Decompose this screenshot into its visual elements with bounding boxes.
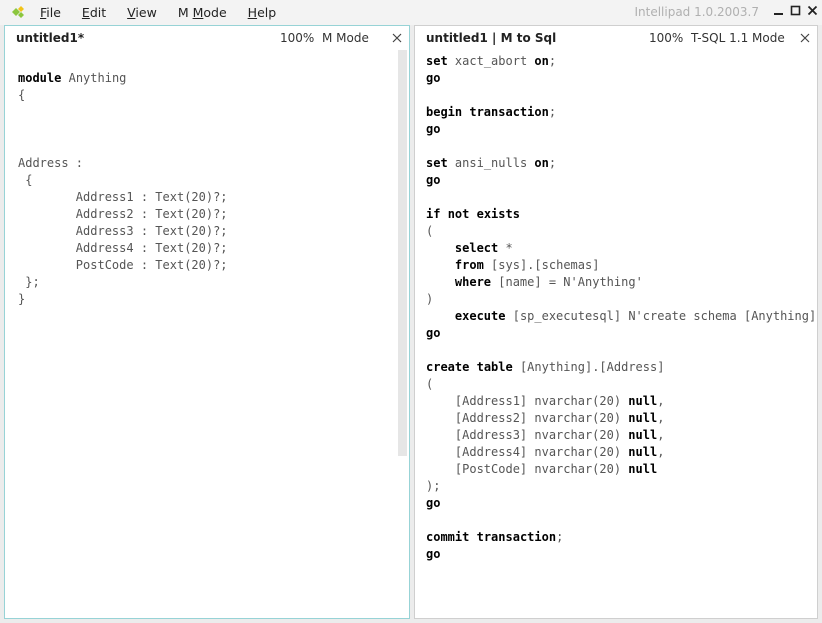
code-line: Address1 : Text(20)?; [18, 190, 228, 204]
code-line: ( [426, 224, 434, 238]
code-line: Address : [18, 156, 84, 170]
code-line: begin transaction; [426, 105, 557, 119]
code-line: ( [426, 377, 434, 391]
left-pane-zoom[interactable]: 100% [280, 26, 314, 50]
code-line: go [426, 122, 441, 136]
close-icon[interactable] [392, 33, 402, 43]
title-bar: File Edit View M Mode Help Intellipad 1.… [0, 0, 822, 25]
close-icon[interactable] [800, 33, 810, 43]
code-line: { [18, 88, 26, 102]
code-line: [Address2] nvarchar(20) null, [426, 411, 665, 425]
code-line: ); [426, 479, 441, 493]
code-line: create table [Anything].[Address] [426, 360, 665, 374]
menu-file[interactable]: File [40, 0, 61, 25]
code-line: [Address3] nvarchar(20) null, [426, 428, 665, 442]
right-pane-header: untitled1 | M to Sql 100% T-SQL 1.1 Mode [415, 26, 817, 50]
app-title: Intellipad 1.0.2003.7 [634, 5, 759, 19]
code-line: set xact_abort on; [426, 54, 557, 68]
code-line: [PostCode] nvarchar(20) null [426, 462, 658, 476]
code-line: execute [sp_executesql] N'create schema … [454, 309, 817, 323]
maximize-icon [790, 5, 801, 16]
code-line: Address4 : Text(20)?; [18, 241, 228, 255]
left-pane-header: untitled1* 100% M Mode [5, 26, 409, 50]
code-line: from [sys].[schemas] [454, 258, 600, 272]
code-line: select * [454, 241, 513, 255]
code-line: go [426, 173, 441, 187]
close-window-button[interactable] [807, 5, 818, 16]
menu-m-mode[interactable]: M Mode [178, 0, 227, 25]
code-line: Address2 : Text(20)?; [18, 207, 228, 221]
code-line: where [name] = N'Anything' [454, 275, 643, 289]
menu-bar: File Edit View M Mode Help [40, 0, 297, 25]
code-line: Address3 : Text(20)?; [18, 224, 228, 238]
right-pane-mode[interactable]: T-SQL 1.1 Mode [691, 26, 785, 50]
code-line: }; [18, 275, 40, 289]
code-line: go [426, 547, 441, 561]
right-code-editor[interactable]: set xact_abort on; go begin transaction; go… [426, 53, 817, 618]
code-line: [Address4] nvarchar(20) null, [426, 445, 665, 459]
menu-edit[interactable]: Edit [82, 0, 106, 25]
maximize-button[interactable] [790, 5, 801, 16]
right-editor-pane[interactable]: untitled1 | M to Sql 100% T-SQL 1.1 Mode… [414, 25, 818, 619]
left-pane-mode[interactable]: M Mode [322, 26, 369, 50]
code-line: module Anything [18, 71, 127, 85]
code-line: go [426, 71, 441, 85]
left-editor-pane[interactable]: untitled1* 100% M Mode module Anything { A… [4, 25, 410, 619]
code-line: set ansi_nulls on; [426, 156, 557, 170]
code-line: PostCode : Text(20)?; [75, 258, 228, 272]
code-line: go [426, 496, 441, 510]
code-line: go [426, 326, 441, 340]
left-scrollbar[interactable] [398, 50, 407, 456]
close-icon [807, 5, 818, 16]
menu-view[interactable]: View [127, 0, 157, 25]
window-controls [773, 5, 818, 16]
left-code-editor[interactable]: module Anything { Address : { Address1 : T… [18, 70, 409, 618]
code-line: [Address1] nvarchar(20) null, [426, 394, 665, 408]
menu-help[interactable]: Help [248, 0, 277, 25]
code-line: if not exists [426, 207, 520, 221]
right-pane-zoom[interactable]: 100% [649, 26, 683, 50]
minimize-icon [774, 13, 783, 15]
diamond-logo-icon [12, 6, 24, 18]
code-line: ) [426, 292, 434, 306]
minimize-button[interactable] [773, 5, 784, 16]
code-line: commit transaction; [426, 530, 564, 544]
left-pane-title: untitled1* [16, 31, 85, 45]
code-line: } [18, 292, 26, 306]
code-line: { [18, 173, 33, 187]
right-pane-title: untitled1 | M to Sql [426, 31, 557, 45]
